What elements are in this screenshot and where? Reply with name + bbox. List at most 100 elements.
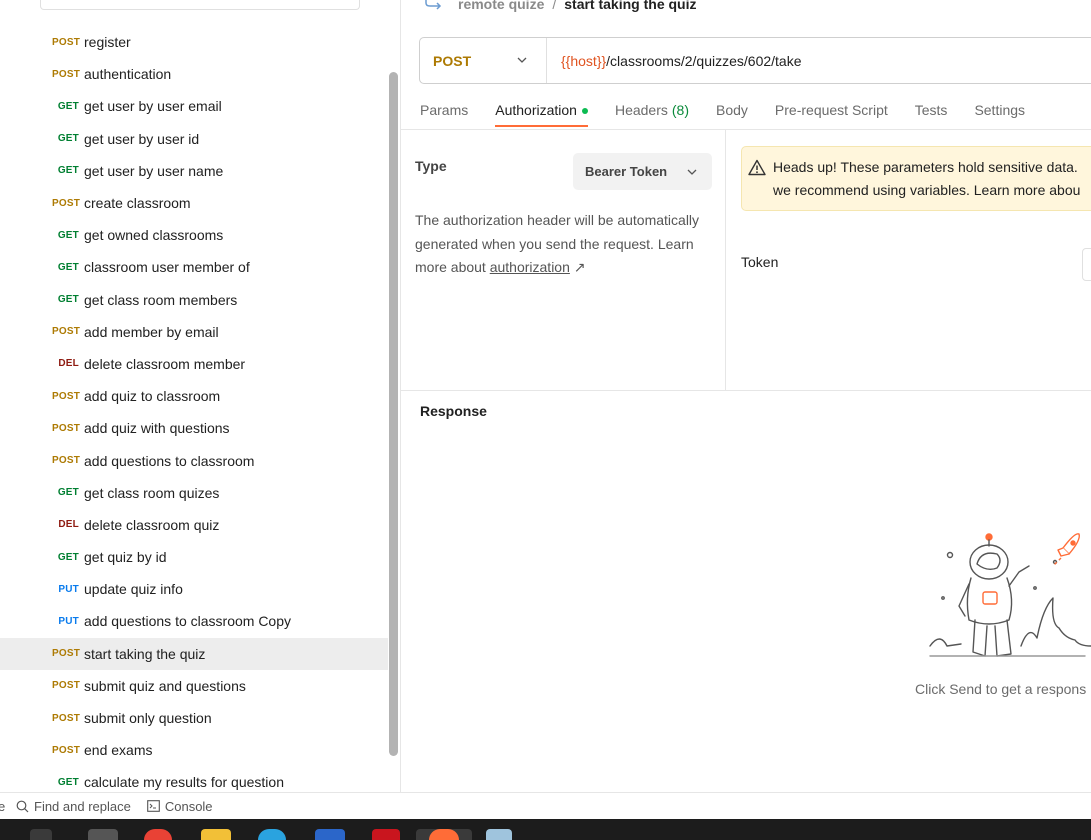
sidebar-request-item[interactable]: GET get class room members [0,284,388,316]
authorization-link[interactable]: authorization [490,259,570,275]
tab-pre-request-script[interactable]: Pre-request Script [775,99,888,127]
sidebar-request-item[interactable]: POST add questions to classroom [0,444,388,476]
auth-type-select[interactable]: Bearer Token [573,153,712,190]
sidebar-request-item[interactable]: POST end exams [0,734,388,766]
taskbar-app-icon[interactable] [88,829,118,840]
tab-authorization[interactable]: Authorization [495,99,588,127]
url-input[interactable]: {{host}}/classrooms/2/quizzes/602/take [547,53,802,69]
sidebar-request-item[interactable]: POST submit only question [0,702,388,734]
chrome-icon[interactable] [144,829,172,840]
sidebar-request-item[interactable]: GET get user by user id [0,123,388,155]
tab-body[interactable]: Body [716,99,748,127]
method-value: POST [433,52,472,69]
tab-tests[interactable]: Tests [915,99,948,127]
sidebar-scroll-thumb[interactable] [389,72,398,756]
request-label: update quiz info [84,581,183,598]
tab-label: Pre-request Script [774,102,888,118]
response-title: Response [420,403,487,419]
tab-label: Headers [614,102,668,118]
sidebar-request-item[interactable]: GET get user by user name [0,155,388,187]
request-label: start taking the quiz [84,645,206,662]
breadcrumb: remote quize / start taking the quiz [424,0,696,14]
auth-type-value: Bearer Token [585,164,668,179]
method-badge: POST [52,36,81,48]
sidebar-request-item[interactable]: POST start taking the quiz [0,637,388,670]
postman-icon[interactable] [429,829,459,840]
token-label: Token [741,254,779,270]
sidebar-top-mark: - [14,0,18,4]
sidebar-request-item[interactable]: GET get class room quizes [0,477,388,509]
sidebar-request-item[interactable]: GET classroom user member of [0,251,388,283]
notepad-icon[interactable] [486,829,512,840]
method-badge: GET [57,100,79,112]
response-hint: Click Send to get a respons [915,681,1087,697]
request-label: create classroom [84,195,191,212]
request-label: submit only question [84,710,212,727]
find-replace-button[interactable]: Find and replace [16,799,131,814]
tab-settings[interactable]: Settings [974,99,1025,127]
collection-sidebar: - POSTregisterPOSTauthenticationGETget u… [0,0,401,792]
telegram-icon[interactable] [258,829,286,840]
console-button[interactable]: Console [146,799,213,814]
sidebar-request-item[interactable]: POST authentication [0,58,388,90]
sidebar-request-item[interactable]: GET calculate my results for question [0,766,388,792]
tab-params[interactable]: Params [420,99,468,127]
sidebar-request-item[interactable]: GET get user by user email [0,90,388,122]
sidebar-request-item[interactable]: POST add quiz with questions [0,412,388,444]
request-label: get user by user id [84,130,200,147]
word-icon[interactable] [315,829,345,840]
request-label: add quiz with questions [84,420,230,437]
request-label: register [84,34,131,51]
method-badge: POST [52,197,81,209]
method-badge: POST [52,744,81,756]
tab-label: Body [716,102,748,118]
method-badge: GET [57,776,79,788]
url-path: /classrooms/2/quizzes/602/take [606,52,802,69]
pdf-reader-icon[interactable] [372,829,400,840]
sidebar-request-item[interactable]: PUT add questions to classroom Copy [0,605,388,637]
sidebar-request-item[interactable]: POST register [0,26,388,58]
file-explorer-icon[interactable] [201,829,231,840]
method-badge: POST [52,712,81,724]
sidebar-request-item[interactable]: POST add member by email [0,316,388,348]
response-divider[interactable] [401,390,1091,391]
method-badge: POST [52,422,81,434]
sidebar-request-item[interactable]: GET get quiz by id [0,541,388,573]
method-badge: DEL [58,519,79,531]
request-label: submit quiz and questions [84,677,246,694]
request-url-bar: POST {{host}}/classrooms/2/quizzes/602/t… [419,37,1091,84]
sidebar-request-item[interactable]: GET get owned classrooms [0,219,388,251]
token-input[interactable] [1082,248,1091,281]
method-badge: PUT [58,615,79,627]
method-badge: GET [57,133,79,145]
method-badge: POST [52,680,81,692]
method-badge: GET [57,294,79,306]
task-view-icon[interactable] [30,829,52,840]
breadcrumb-collection[interactable]: remote quize [458,0,544,12]
method-badge: POST [52,648,81,660]
statusbar-edge-text: e [0,799,6,814]
auth-type-panel: Type Bearer Token The authorization head… [401,130,726,390]
status-dot-icon [581,108,588,114]
method-badge: GET [57,229,79,241]
sidebar-request-item[interactable]: PUT update quiz info [0,573,388,605]
method-select[interactable]: POST [420,38,547,83]
method-badge: GET [57,165,79,177]
url-host-variable: {{host}} [561,52,607,69]
breadcrumb-current-request[interactable]: start taking the quiz [564,0,696,12]
tab-headers[interactable]: Headers (8) [615,99,689,127]
sidebar-request-item[interactable]: DEL delete classroom member [0,348,388,380]
external-link-icon: ↗ [573,259,586,275]
method-badge: GET [57,551,79,563]
request-label: delete classroom member [84,355,246,372]
sidebar-request-item[interactable]: POST create classroom [0,187,388,219]
request-label: add questions to classroom [84,452,255,469]
chevron-down-icon [517,57,527,63]
console-icon [146,800,160,812]
tab-label: Tests [914,102,948,118]
sidebar-request-item[interactable]: POST add quiz to classroom [0,380,388,412]
sidebar-search-box[interactable] [40,0,360,10]
sidebar-request-item[interactable]: DEL delete classroom quiz [0,509,388,541]
sidebar-request-item[interactable]: POST submit quiz and questions [0,670,388,702]
tab-label: Settings [974,102,1026,118]
